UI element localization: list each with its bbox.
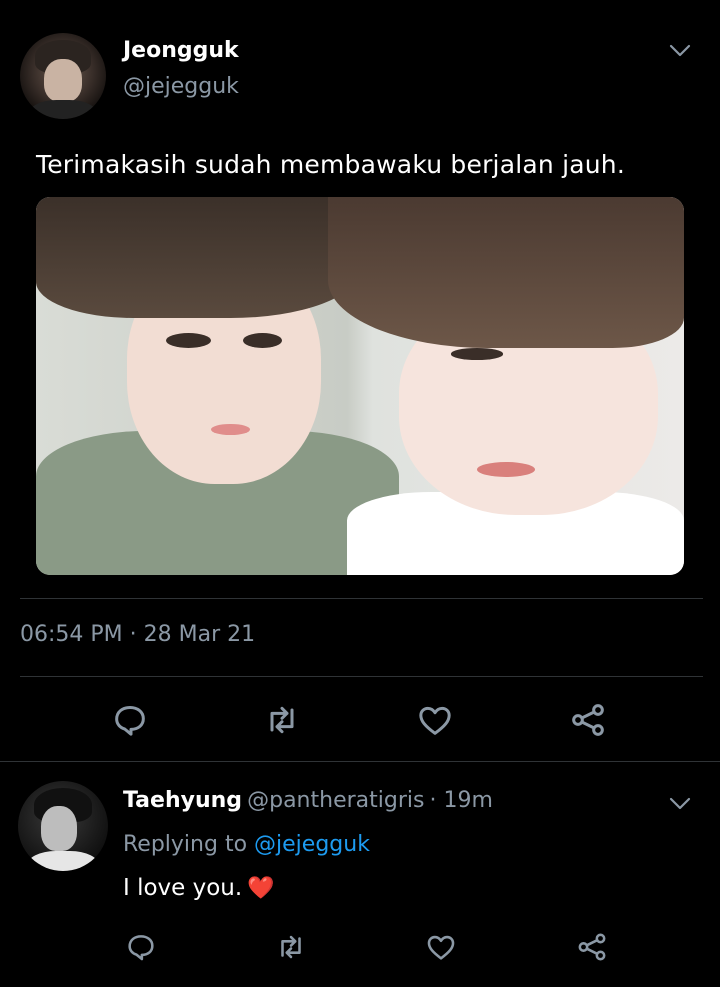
replying-to: Replying to @jejegguk [123, 832, 370, 857]
tweet-text: Terimakasih sudah membawaku berjalan jau… [36, 150, 625, 179]
share-icon[interactable] [568, 700, 608, 740]
reply-time[interactable]: · 19m [430, 788, 493, 813]
reply-author-handle[interactable]: @pantheratigris [247, 788, 424, 813]
divider [20, 598, 703, 599]
heart-emoji: ❤️ [247, 876, 275, 901]
like-icon[interactable] [424, 930, 458, 964]
author-name[interactable]: Jeongguk [123, 38, 239, 63]
chevron-down-icon[interactable] [668, 38, 692, 62]
divider [20, 676, 703, 677]
reply-author-name[interactable]: Taehyung [123, 788, 242, 813]
reply-icon[interactable] [124, 930, 158, 964]
tweet-photo[interactable] [36, 197, 684, 575]
like-icon[interactable] [415, 700, 455, 740]
divider [0, 761, 720, 762]
retweet-icon[interactable] [274, 930, 308, 964]
replying-to-handle[interactable]: @jejegguk [254, 832, 370, 857]
author-avatar[interactable] [20, 33, 106, 119]
reply-header: Taehyung @pantheratigris · 19m [123, 788, 493, 813]
reply-author-avatar[interactable] [18, 781, 108, 871]
share-icon[interactable] [575, 930, 609, 964]
retweet-icon[interactable] [262, 700, 302, 740]
tweet-timestamp[interactable]: 06:54 PM · 28 Mar 21 [20, 622, 255, 647]
replying-to-label: Replying to [123, 832, 248, 857]
reply-text: I love you. [123, 875, 243, 901]
chevron-down-icon[interactable] [668, 791, 692, 815]
reply-icon[interactable] [110, 700, 150, 740]
reply-body: I love you. ❤️ [123, 875, 275, 901]
author-handle[interactable]: @jejegguk [123, 74, 239, 99]
